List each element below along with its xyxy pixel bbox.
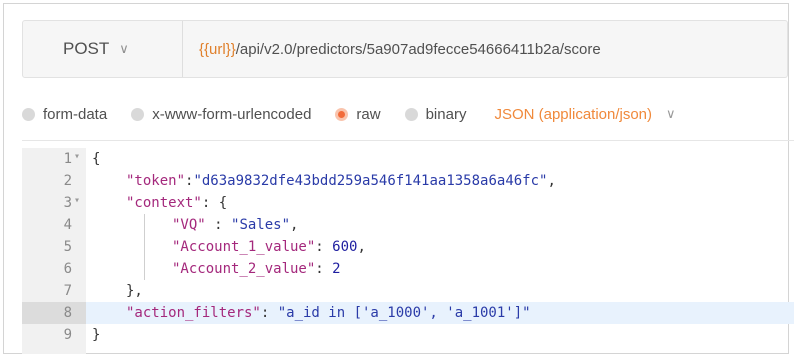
chevron-down-icon: ∨ — [119, 41, 129, 56]
code-line: 4 "VQ" : "Sales", — [22, 214, 794, 236]
content-type-label: JSON (application/json) — [494, 105, 653, 123]
line-number: 2 — [63, 173, 72, 189]
code-text: "action_filters": "a_id in ['a_1000', 'a… — [126, 305, 531, 321]
radio-icon[interactable] — [131, 107, 145, 121]
body-type-selector: form-data x-www-form-urlencoded raw bina… — [22, 96, 792, 132]
json-string: "d63a9832dfe43bdd259a546f141aa1358a6a46f… — [193, 173, 548, 189]
code-line: 7 }, — [22, 280, 794, 302]
json-punct: , — [357, 239, 366, 255]
code-line: 2 "token":"d63a9832dfe43bdd259a546f141aa… — [22, 170, 794, 192]
json-punct: , — [290, 217, 299, 233]
json-key: "context" — [126, 195, 202, 211]
fold-arrow-icon[interactable]: ▾ — [74, 151, 80, 162]
json-number: 600 — [332, 239, 358, 255]
code-text: "context": { — [126, 195, 227, 211]
fold-arrow-icon[interactable]: ▾ — [74, 195, 80, 206]
url-input[interactable]: {{url}}/api/v2.0/predictors/5a907ad9fecc… — [183, 41, 601, 58]
json-punct: : — [205, 217, 232, 233]
radio-icon[interactable] — [22, 107, 35, 121]
line-number: 8 — [22, 302, 86, 324]
json-key: "VQ" — [172, 217, 206, 233]
request-panel: POST ∨ {{url}}/api/v2.0/predictors/5a907… — [3, 3, 794, 354]
body-option-label: raw — [356, 105, 381, 123]
body-option-label: binary — [425, 105, 467, 123]
json-punct: : — [315, 239, 333, 255]
body-option-urlencoded[interactable]: x-www-form-urlencoded — [131, 106, 311, 123]
json-key: "Account_1_value" — [172, 239, 316, 255]
url-path: /api/v2.0/predictors/5a907ad9fecce546664… — [235, 40, 601, 58]
json-key: "Account_2_value" — [172, 261, 316, 277]
line-number: 4 — [63, 217, 72, 233]
json-number: 2 — [332, 261, 341, 277]
body-option-raw[interactable]: raw — [335, 105, 381, 123]
json-punct: : — [201, 195, 219, 211]
code-text: }, — [126, 283, 143, 299]
body-option-form-data[interactable]: form-data — [22, 106, 107, 123]
json-punct: }, — [126, 283, 143, 299]
code-text: "Account_2_value": 2 — [172, 261, 341, 277]
json-string: "Sales" — [231, 217, 291, 233]
code-line: 5 "Account_1_value": 600, — [22, 236, 794, 258]
divider — [22, 140, 794, 141]
code-editor[interactable]: 1 ▾ { 2 "token":"d63a9832dfe43bdd259a546… — [22, 148, 794, 354]
body-option-label: x-www-form-urlencoded — [152, 105, 312, 123]
code-line-active: 8 "action_filters": "a_id in ['a_1000', … — [22, 302, 794, 324]
json-string: "a_id in ['a_1000', 'a_1001']" — [277, 305, 531, 321]
url-variable: {{url}} — [199, 40, 236, 58]
line-number: 3 — [63, 195, 72, 211]
code-text: } — [92, 327, 100, 343]
json-punct: { — [92, 151, 101, 167]
code-text: "VQ" : "Sales", — [172, 217, 298, 233]
json-key: "token" — [126, 173, 186, 189]
radio-icon[interactable] — [404, 107, 418, 121]
code-text: "token":"d63a9832dfe43bdd259a546f141aa13… — [126, 173, 556, 189]
body-option-binary[interactable]: binary — [404, 105, 467, 123]
request-bar: POST ∨ {{url}}/api/v2.0/predictors/5a907… — [22, 20, 788, 78]
method-select[interactable]: POST ∨ — [23, 21, 183, 77]
code-line: 1 ▾ { — [22, 148, 794, 170]
line-number: 9 — [63, 327, 72, 343]
json-punct: , — [547, 173, 556, 189]
line-number: 7 — [63, 283, 72, 299]
line-number: 1 — [63, 151, 72, 167]
body-option-label: form-data — [43, 105, 108, 123]
code-text: "Account_1_value": 600, — [172, 239, 366, 255]
line-number: 6 — [63, 261, 72, 277]
radio-selected-icon[interactable] — [335, 107, 349, 121]
json-punct: : — [260, 305, 278, 321]
json-key: "action_filters" — [126, 305, 261, 321]
code-text: { — [92, 151, 100, 167]
json-punct: : — [315, 261, 333, 277]
json-punct: { — [218, 195, 228, 211]
code-line: 6 "Account_2_value": 2 — [22, 258, 794, 280]
content-type-select[interactable]: JSON (application/json) ∨ — [494, 106, 675, 123]
method-label: POST — [63, 39, 110, 58]
code-line: 3 ▾ "context": { — [22, 192, 794, 214]
line-number: 5 — [63, 239, 72, 255]
chevron-down-icon: ∨ — [666, 106, 676, 121]
json-punct: } — [92, 327, 101, 343]
code-line: 9 } — [22, 324, 794, 346]
